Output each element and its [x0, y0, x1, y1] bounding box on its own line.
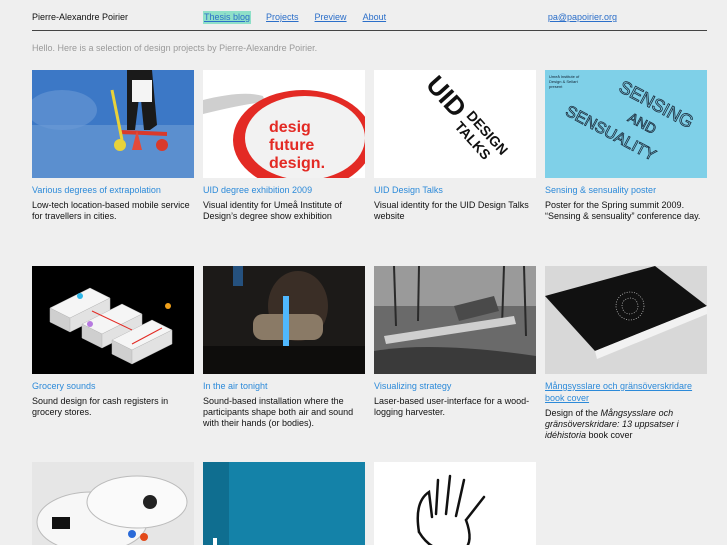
- thumb-text: present: [549, 84, 563, 89]
- project-title[interactable]: Grocery sounds: [32, 380, 194, 392]
- email-link[interactable]: pa@papoirier.org: [548, 12, 617, 22]
- project-title[interactable]: Sensing & sensuality poster: [545, 184, 707, 196]
- project-card: UID DESIGN TALKS UID Design Talks Visual…: [374, 70, 536, 222]
- project-card: Visualizing strategy Laser-based user-in…: [374, 266, 536, 418]
- project-thumbnail-row3-1[interactable]: [32, 462, 194, 545]
- project-thumbnail-sensing-poster[interactable]: Umeå Institute of Design & Sellart prese…: [545, 70, 707, 178]
- project-thumbnail-row3-3[interactable]: [374, 462, 536, 545]
- project-description: Sound design for cash registers in groce…: [32, 396, 169, 417]
- thumb-text: desig: [269, 119, 311, 136]
- project-card: [374, 462, 536, 545]
- thumb-text: future: [269, 137, 314, 154]
- spoon-photo: desig future design.: [203, 70, 365, 178]
- project-card: Umeå Institute of Design & Sellart prese…: [545, 70, 707, 222]
- project-title[interactable]: Mångsysslare och gränsöverskridare book …: [545, 380, 707, 404]
- project-thumbnail-visualizing-strategy[interactable]: [374, 266, 536, 374]
- project-card: Mångsysslare och gränsöverskridare book …: [545, 266, 707, 441]
- forest-photo: [374, 266, 536, 374]
- discs-photo: [32, 462, 194, 545]
- project-thumbnail-uid-exhibition[interactable]: desig future design.: [203, 70, 365, 178]
- project-card: In the air tonight Sound-based installat…: [203, 266, 365, 429]
- project-card: [32, 462, 194, 545]
- project-description: Low-tech location-based mobile service f…: [32, 200, 190, 221]
- project-description: Design of the Mångsysslare och gränsöver…: [545, 408, 707, 441]
- book-photo: [545, 266, 707, 374]
- project-thumbnail-book-cover[interactable]: [545, 266, 707, 374]
- project-description: Visual identity for the UID Design Talks…: [374, 200, 529, 221]
- project-title[interactable]: Various degrees of extrapolation: [32, 184, 194, 196]
- project-title[interactable]: UID degree exhibition 2009: [203, 184, 365, 196]
- project-card: [203, 462, 365, 545]
- project-description: Poster for the Spring summit 2009. “Sens…: [545, 200, 701, 221]
- project-description: Laser-based user-interface for a wood-lo…: [374, 396, 530, 417]
- nav-thesis-blog[interactable]: Thesis blog: [203, 11, 252, 24]
- main-nav: Thesis blog Projects Preview About: [203, 11, 401, 24]
- teal-image: [203, 462, 365, 545]
- project-title[interactable]: Visualizing strategy: [374, 380, 536, 392]
- nav-preview[interactable]: Preview: [314, 11, 348, 24]
- nav-about[interactable]: About: [362, 11, 388, 24]
- site-header: Pierre-Alexandre Poirier Thesis blog Pro…: [32, 11, 707, 31]
- project-thumbnail-grocery-sounds[interactable]: [32, 266, 194, 374]
- intro-text: Hello. Here is a selection of design pro…: [32, 43, 318, 53]
- desc-text: Design of the: [545, 408, 601, 418]
- project-thumbnail-extrapolation[interactable]: [32, 70, 194, 178]
- site-name[interactable]: Pierre-Alexandre Poirier: [32, 12, 128, 22]
- project-title[interactable]: In the air tonight: [203, 380, 365, 392]
- isometric-blocks-image: [32, 266, 194, 374]
- project-title[interactable]: UID Design Talks: [374, 184, 536, 196]
- project-thumbnail-air-tonight[interactable]: [203, 266, 365, 374]
- project-card: desig future design. UID degree exhibiti…: [203, 70, 365, 222]
- project-card: Grocery sounds Sound design for cash reg…: [32, 266, 194, 418]
- project-thumbnail-row3-2[interactable]: [203, 462, 365, 545]
- project-description: Visual identity for Umeå Institute of De…: [203, 200, 342, 221]
- nav-projects[interactable]: Projects: [265, 11, 300, 24]
- project-card: Various degrees of extrapolation Low-tec…: [32, 70, 194, 222]
- hand-drawing-image: [374, 462, 536, 545]
- project-description: Sound-based installation where the parti…: [203, 396, 354, 428]
- design-talks-logo: UID DESIGN TALKS: [374, 70, 536, 178]
- sensing-poster-image: Umeå Institute of Design & Sellart prese…: [545, 70, 707, 178]
- thumb-text: design.: [269, 155, 325, 172]
- desc-text: book cover: [586, 430, 633, 440]
- installation-photo: [203, 266, 365, 374]
- project-thumbnail-uid-talks[interactable]: UID DESIGN TALKS: [374, 70, 536, 178]
- scooter-photo: [32, 70, 194, 178]
